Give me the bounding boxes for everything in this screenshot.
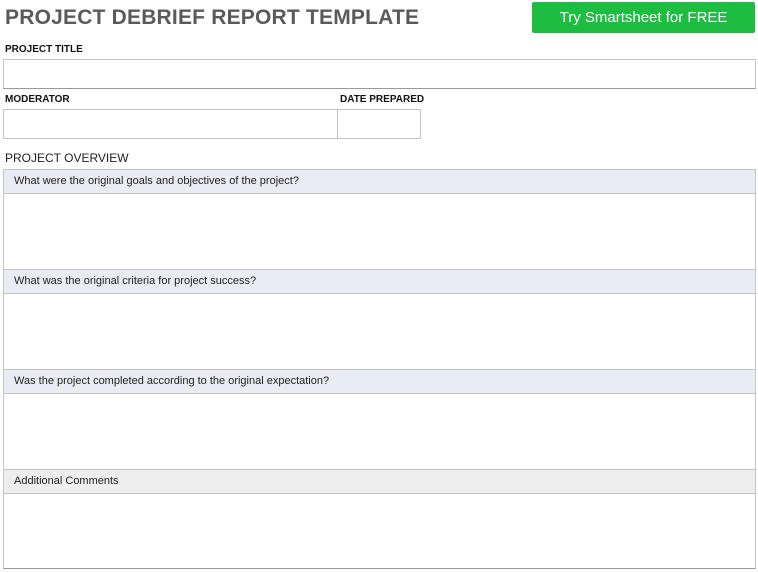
additional-comments-header: Additional Comments — [3, 469, 756, 494]
question-goals-answer[interactable] — [3, 194, 756, 270]
question-goals-header: What were the original goals and objecti… — [3, 169, 756, 194]
project-title-field[interactable] — [3, 59, 756, 89]
moderator-label: MODERATOR — [5, 94, 70, 105]
question-completion-header: Was the project completed according to t… — [3, 369, 756, 394]
project-overview-heading: PROJECT OVERVIEW — [5, 151, 129, 165]
date-prepared-label: DATE PREPARED — [340, 94, 425, 105]
question-success-criteria-header: What was the original criteria for proje… — [3, 269, 756, 294]
project-title-label: PROJECT TITLE — [5, 44, 83, 55]
moderator-field[interactable] — [3, 109, 338, 139]
additional-comments-answer[interactable] — [3, 494, 756, 569]
try-smartsheet-button[interactable]: Try Smartsheet for FREE — [532, 2, 755, 33]
question-success-criteria-answer[interactable] — [3, 294, 756, 370]
question-completion-answer[interactable] — [3, 394, 756, 470]
page-title: PROJECT DEBRIEF REPORT TEMPLATE — [5, 6, 420, 29]
date-prepared-field[interactable] — [337, 109, 421, 139]
